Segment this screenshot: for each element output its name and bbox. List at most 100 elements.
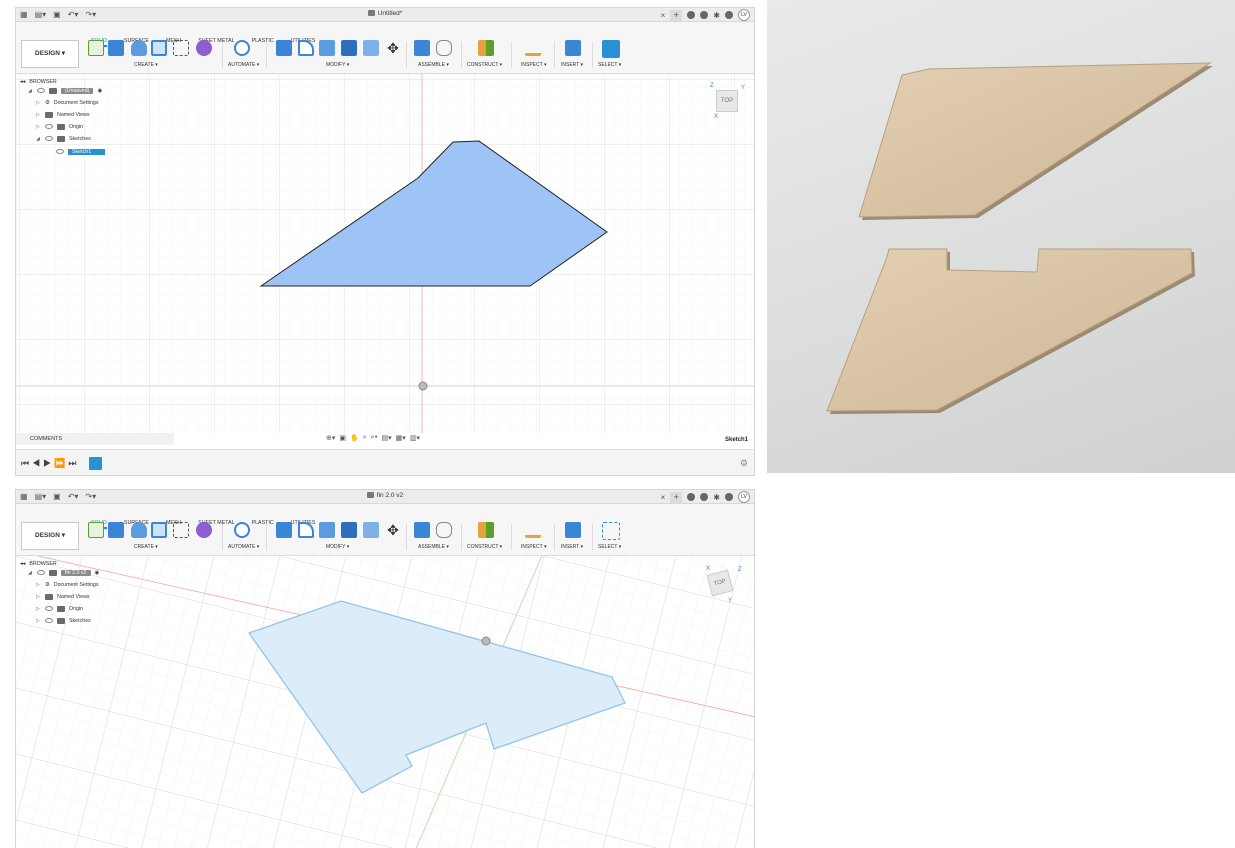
inspect-menu[interactable]: INSPECT ▾: [521, 544, 546, 550]
press-pull-icon[interactable]: [276, 40, 292, 56]
select-window-icon[interactable]: [602, 522, 620, 540]
visibility-icon[interactable]: [37, 88, 45, 93]
tab-plastic[interactable]: PLASTIC: [252, 520, 274, 529]
hole-icon[interactable]: [151, 40, 167, 56]
viewport[interactable]: [16, 556, 754, 848]
design-workspace-dropdown[interactable]: DESIGN ▾: [21, 522, 79, 550]
create-menu[interactable]: CREATE ▾: [134, 544, 158, 550]
chamfer-icon[interactable]: [319, 522, 335, 538]
insert-image-icon[interactable]: [565, 522, 581, 538]
visibility-icon[interactable]: [37, 570, 45, 575]
tree-origin[interactable]: ▷ Origin: [36, 603, 83, 614]
split-body-icon[interactable]: [363, 40, 379, 56]
press-pull-icon[interactable]: [276, 522, 292, 538]
chamfer-icon[interactable]: [319, 40, 335, 56]
tree-sketch1[interactable]: Sketch1: [56, 146, 106, 157]
split-body-icon[interactable]: [363, 522, 379, 538]
help-icon[interactable]: [725, 493, 733, 501]
close-tab-icon[interactable]: ×: [661, 11, 666, 20]
measure-icon[interactable]: [525, 522, 541, 538]
modify-menu[interactable]: MODIFY ▾: [326, 544, 349, 550]
notifications-icon[interactable]: ✱: [713, 493, 720, 502]
visibility-icon[interactable]: [45, 606, 53, 611]
design-workspace-dropdown[interactable]: DESIGN ▾: [21, 40, 79, 68]
expand-arrow-icon[interactable]: ◢: [36, 136, 41, 142]
tree-root[interactable]: ◢ fin 2.0 v2 ◉: [28, 567, 99, 578]
insert-menu[interactable]: INSERT ▾: [561, 544, 583, 550]
expand-arrow-icon[interactable]: ◢: [28, 570, 33, 576]
visibility-icon[interactable]: [45, 136, 53, 141]
timeline-sketch-item[interactable]: [89, 457, 102, 470]
automate-icon[interactable]: [234, 40, 250, 56]
timeline-controls[interactable]: ⏮◀▶⏩⏭: [21, 458, 79, 469]
record-icon[interactable]: ◉: [97, 88, 102, 94]
grid-settings-icon[interactable]: ▦▾: [396, 434, 406, 442]
construct-plane-icon[interactable]: [478, 40, 494, 56]
pattern-icon[interactable]: [173, 40, 189, 56]
create-sketch-icon[interactable]: [88, 522, 104, 538]
expand-arrow-icon[interactable]: ▷: [36, 618, 41, 624]
expand-arrow-icon[interactable]: ▷: [36, 594, 41, 600]
expand-arrow-icon[interactable]: ▷: [36, 112, 41, 118]
tree-root[interactable]: ◢ (Unsaved) ◉: [28, 85, 102, 96]
zoom-icon[interactable]: ⌕: [363, 434, 367, 442]
job-status-icon[interactable]: [700, 11, 709, 19]
move-icon[interactable]: ✥: [385, 40, 401, 56]
close-tab-icon[interactable]: ×: [661, 493, 666, 502]
modify-menu[interactable]: MODIFY ▾: [326, 62, 349, 68]
joint-icon[interactable]: [436, 522, 452, 538]
tab-plastic[interactable]: PLASTIC: [252, 38, 274, 47]
help-icon[interactable]: [725, 11, 733, 19]
new-tab-button[interactable]: +: [670, 491, 683, 503]
pan-icon[interactable]: ✋: [350, 434, 359, 442]
assemble-menu[interactable]: ASSEMBLE ▾: [418, 62, 449, 68]
look-at-icon[interactable]: ▣: [339, 434, 346, 442]
insert-image-icon[interactable]: [565, 40, 581, 56]
expand-arrow-icon[interactable]: ▷: [36, 582, 41, 588]
zoom-window-icon[interactable]: ⌕▾: [371, 434, 378, 442]
assemble-menu[interactable]: ASSEMBLE ▾: [418, 544, 449, 550]
move-icon[interactable]: ✥: [385, 522, 401, 538]
pattern-icon[interactable]: [173, 522, 189, 538]
select-menu[interactable]: SELECT ▾: [598, 62, 621, 68]
hole-icon[interactable]: [151, 522, 167, 538]
measure-icon[interactable]: [525, 40, 541, 56]
new-component-icon[interactable]: [414, 522, 430, 538]
visibility-icon[interactable]: [56, 149, 64, 154]
create-form-icon[interactable]: [196, 522, 212, 538]
viewports-icon[interactable]: ▥▾: [410, 434, 420, 442]
new-tab-button[interactable]: +: [670, 9, 683, 21]
expand-arrow-icon[interactable]: ◢: [28, 88, 33, 94]
tree-sketches[interactable]: ◢ Sketches: [36, 133, 91, 144]
collapse-icon[interactable]: ◂◂: [20, 79, 25, 85]
expand-arrow-icon[interactable]: ▷: [36, 606, 41, 612]
expand-arrow-icon[interactable]: ▷: [36, 124, 41, 130]
inspect-menu[interactable]: INSPECT ▾: [521, 62, 546, 68]
collapse-icon[interactable]: ◂◂: [20, 561, 25, 567]
extensions-icon[interactable]: [687, 11, 696, 19]
automate-icon[interactable]: [234, 522, 250, 538]
revolve-icon[interactable]: [131, 40, 147, 56]
display-settings-icon[interactable]: ▤▾: [382, 434, 392, 442]
construct-plane-icon[interactable]: [478, 522, 494, 538]
tree-document-settings[interactable]: ▷ ⚙ Document Settings: [36, 579, 99, 590]
notifications-icon[interactable]: ✱: [713, 11, 720, 20]
create-menu[interactable]: CREATE ▾: [134, 62, 158, 68]
tree-document-settings[interactable]: ▷ ⚙ Document Settings: [36, 97, 99, 108]
tree-named-views[interactable]: ▷ Named Views: [36, 591, 90, 602]
select-menu[interactable]: SELECT ▾: [598, 544, 621, 550]
new-component-icon[interactable]: [414, 40, 430, 56]
insert-menu[interactable]: INSERT ▾: [561, 62, 583, 68]
automate-menu[interactable]: AUTOMATE ▾: [228, 544, 259, 550]
extrude-icon[interactable]: [108, 40, 124, 56]
viewcube[interactable]: TOP: [716, 90, 738, 112]
user-avatar[interactable]: LV: [738, 9, 750, 21]
record-icon[interactable]: ◉: [95, 570, 100, 576]
revolve-icon[interactable]: [131, 522, 147, 538]
timeline-settings-icon[interactable]: ⚙: [740, 458, 748, 469]
orbit-icon[interactable]: ⊕▾: [326, 434, 335, 442]
viewport[interactable]: [16, 74, 754, 433]
select-cursor-icon[interactable]: [602, 40, 620, 58]
expand-arrow-icon[interactable]: ▷: [36, 100, 41, 106]
user-avatar[interactable]: LV: [738, 491, 750, 503]
